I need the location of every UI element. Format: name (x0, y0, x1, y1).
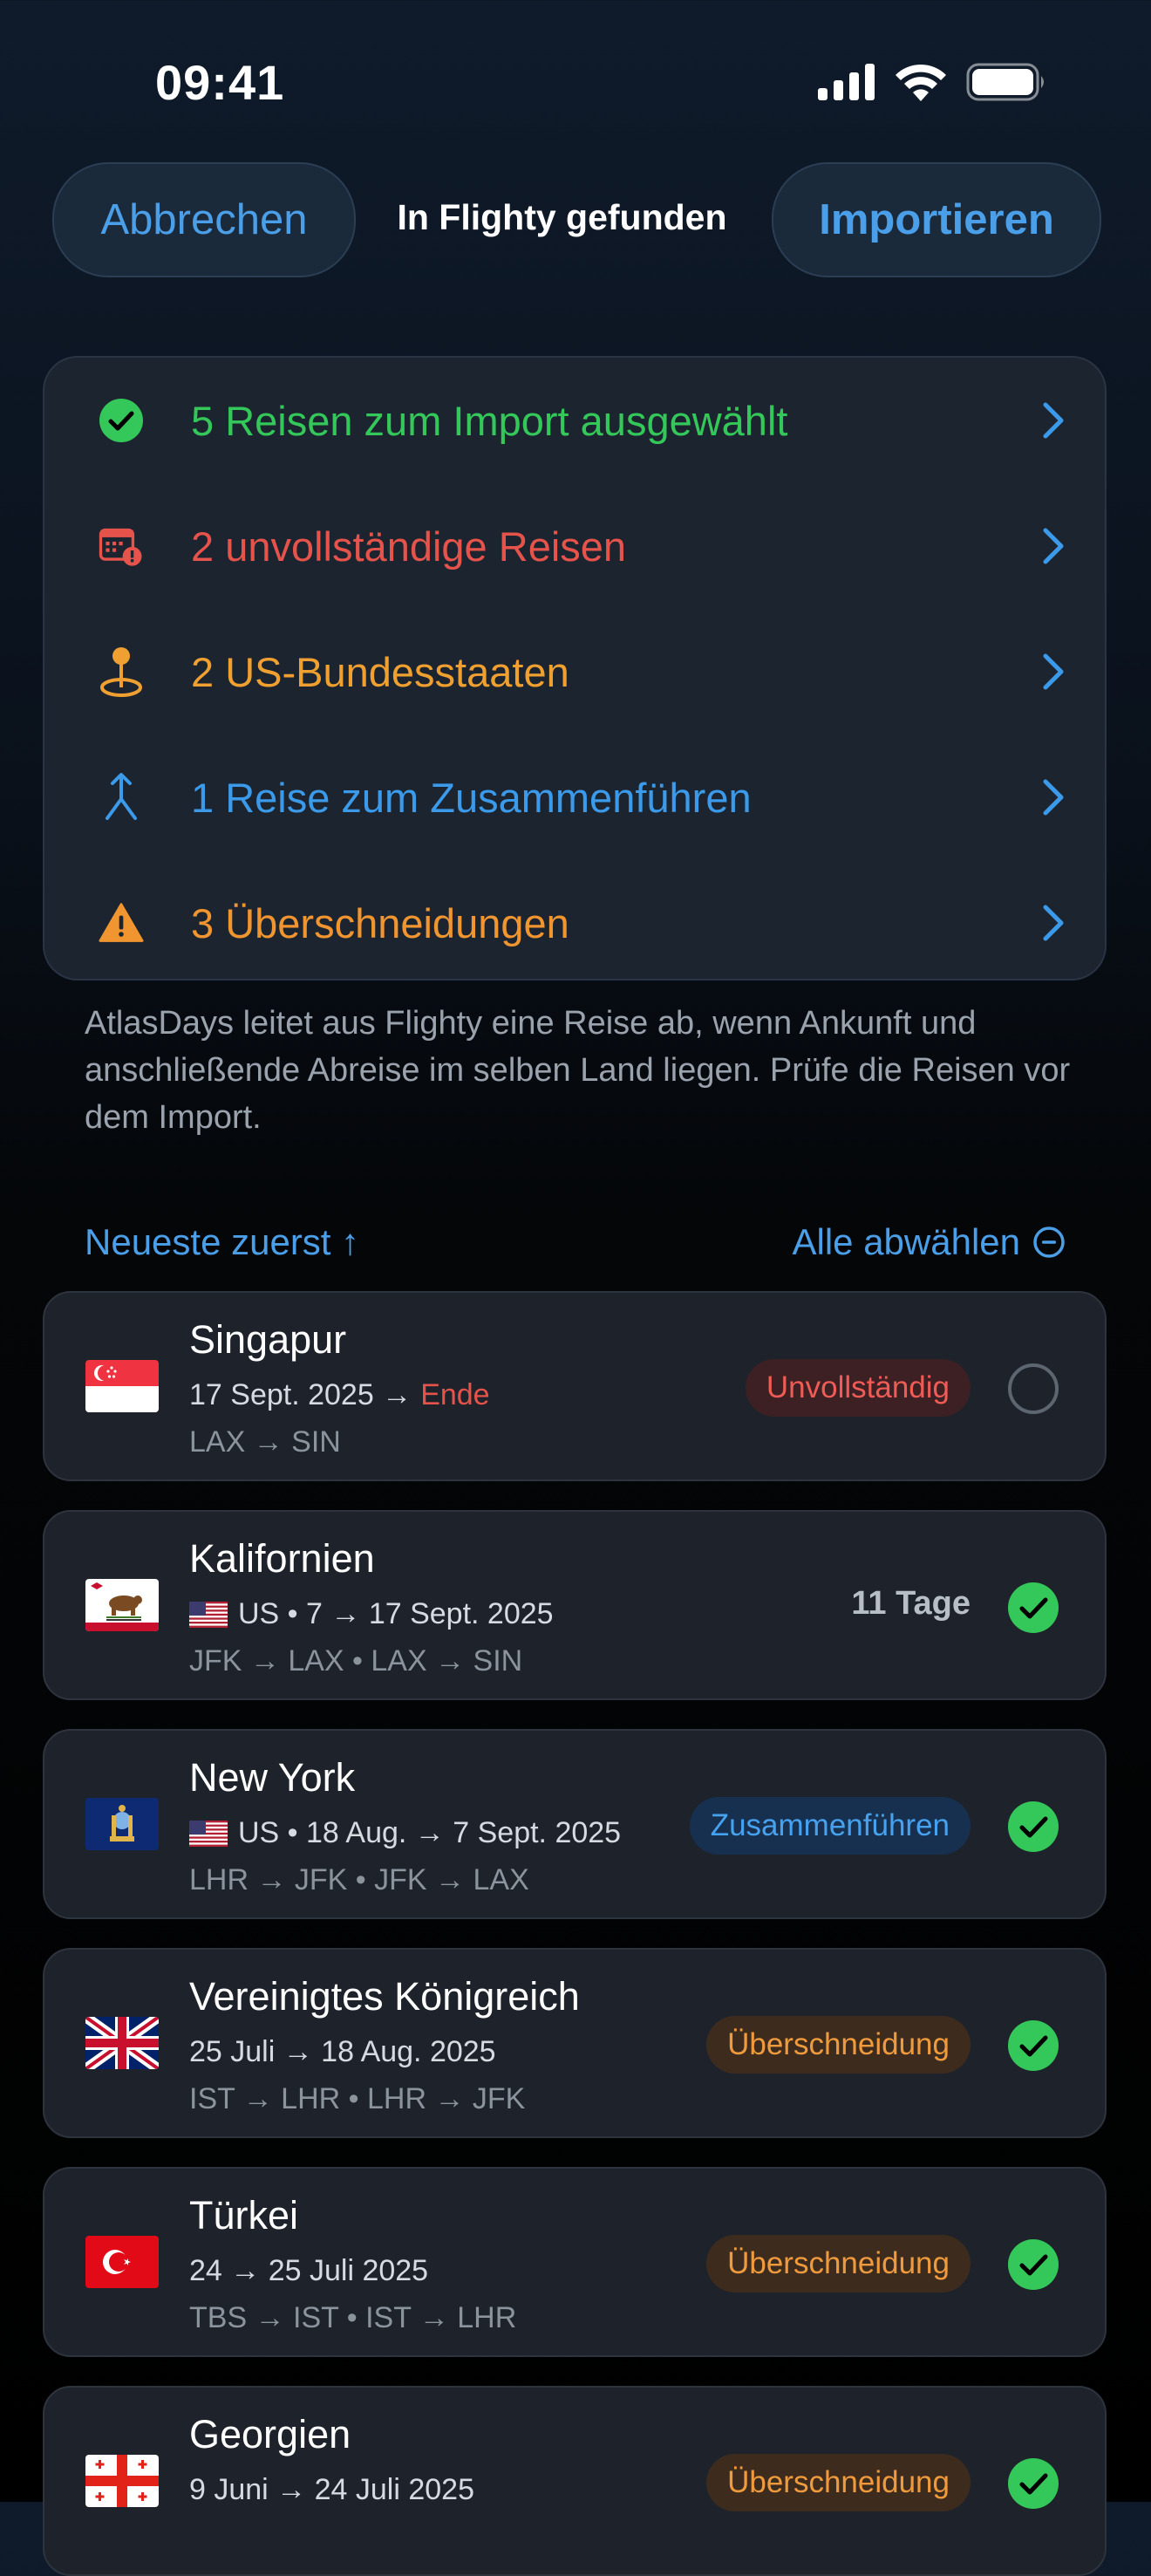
page-title: In Flighty gefunden (397, 197, 727, 237)
deselect-all-button[interactable]: Alle abwählen (792, 1221, 1066, 1263)
checkmark-circle-icon (99, 398, 144, 443)
checkmark-circle-icon[interactable] (1007, 2019, 1059, 2072)
import-button[interactable]: Importieren (772, 162, 1101, 277)
checkmark-circle-icon[interactable] (1007, 2238, 1059, 2291)
trip-duration: 11 Tage (851, 1585, 971, 1622)
trip-name: Türkei (189, 2193, 299, 2238)
warning-triangle-icon (99, 900, 144, 946)
wifi-icon (896, 64, 946, 101)
trip-dates: US • 18 Aug. → 7 Sept. 2025 (238, 1816, 622, 1849)
trip-dates: 17 Sept. 2025 → (189, 1378, 412, 1411)
trip-route: JFK → LAX • LAX → SIN (189, 1644, 523, 1677)
chevron-right-icon (1043, 779, 1064, 816)
cellular-signal-icon (818, 64, 875, 100)
us-flag-icon (189, 1820, 228, 1847)
singapore-flag-icon (85, 1360, 159, 1412)
overlap-badge: Überschneidung (706, 2016, 971, 2074)
trip-name: Georgien (189, 2412, 351, 2456)
trip-route: LHR → JFK • JFK → LAX (189, 1863, 529, 1896)
checkmark-circle-icon[interactable] (1007, 2457, 1059, 2510)
trip-card-new-york[interactable]: New York US • 18 Aug. → 7 Sept. 2025 LHR… (43, 1729, 1107, 1919)
trip-route: TBS → IST • IST → LHR (189, 2301, 517, 2334)
overlap-badge: Überschneidung (706, 2235, 971, 2292)
merge-badge: Zusammenführen (689, 1797, 971, 1855)
unchecked-circle-icon[interactable] (1007, 1363, 1059, 1415)
california-flag-icon (85, 1579, 159, 1631)
summary-row-states[interactable]: 2 US-Bundesstaaten (44, 609, 1105, 735)
trip-end-missing: Ende (420, 1378, 490, 1411)
trip-card-california[interactable]: Kalifornien US • 7 → 17 Sept. 2025 JFK →… (43, 1510, 1107, 1700)
chevron-right-icon (1043, 905, 1064, 941)
status-bar: 09:41 (0, 0, 1151, 166)
checkmark-circle-icon[interactable] (1007, 1800, 1059, 1853)
chevron-right-icon (1043, 528, 1064, 564)
chevron-right-icon (1043, 402, 1064, 439)
incomplete-badge: Unvollständig (745, 1359, 971, 1417)
trip-card-turkey[interactable]: Türkei 24 → 25 Juli 2025 TBS → IST • IST… (43, 2167, 1107, 2357)
merge-icon (99, 773, 144, 820)
turkey-flag-icon (85, 2236, 159, 2288)
summary-label-overlaps: 3 Überschneidungen (191, 899, 569, 946)
summary-row-selected[interactable]: 5 Reisen zum Import ausgewählt (44, 358, 1105, 483)
summary-label-selected: 5 Reisen zum Import ausgewählt (191, 397, 788, 444)
overlap-badge: Überschneidung (706, 2454, 971, 2511)
calendar-alert-icon (99, 523, 144, 569)
cancel-button[interactable]: Abbrechen (52, 162, 356, 277)
summary-label-states: 2 US-Bundesstaaten (191, 648, 569, 695)
trip-route: LAX → SIN (189, 1425, 341, 1459)
trip-name: Kalifornien (189, 1536, 375, 1581)
deselect-all-label: Alle abwählen (792, 1221, 1020, 1262)
sort-newest-first-button[interactable]: Neueste zuerst ↑ (85, 1221, 359, 1263)
summary-label-merge: 1 Reise zum Zusammenführen (191, 774, 752, 821)
trip-card-georgia[interactable]: Georgien 9 Juni → 24 Juli 2025 Überschne… (43, 2386, 1107, 2576)
chevron-right-icon (1043, 653, 1064, 690)
trip-card-singapore[interactable]: Singapur 17 Sept. 2025 → Ende LAX → SIN … (43, 1291, 1107, 1481)
summary-row-incomplete[interactable]: 2 unvollständige Reisen (44, 483, 1105, 609)
trip-card-united-kingdom[interactable]: Vereinigtes Königreich 25 Juli → 18 Aug.… (43, 1948, 1107, 2138)
summary-row-merge[interactable]: 1 Reise zum Zusammenführen (44, 735, 1105, 860)
status-time: 09:41 (155, 55, 285, 110)
new-york-flag-icon (85, 1798, 159, 1850)
checkmark-circle-icon[interactable] (1007, 1582, 1059, 1634)
georgia-flag-icon (85, 2455, 159, 2507)
us-flag-icon (189, 1601, 228, 1628)
summary-label-incomplete: 2 unvollständige Reisen (191, 523, 627, 570)
trip-dates: 24 → 25 Juli 2025 (189, 2254, 429, 2287)
trip-route: IST → LHR • LHR → JFK (189, 2082, 526, 2115)
trip-dates: US • 7 → 17 Sept. 2025 (238, 1597, 554, 1630)
trip-name: Vereinigtes Königreich (189, 1974, 580, 2019)
trip-dates: 9 Juni → 24 Juli 2025 (189, 2473, 474, 2506)
import-summary-card: 5 Reisen zum Import ausgewählt 2 unvolls… (43, 356, 1107, 981)
minus-circle-icon (1033, 1227, 1065, 1258)
map-pin-icon (99, 647, 144, 697)
summary-row-overlaps[interactable]: 3 Überschneidungen (44, 860, 1105, 986)
trip-name: New York (189, 1755, 356, 1800)
trip-dates: 25 Juli → 18 Aug. 2025 (189, 2035, 496, 2068)
battery-icon (966, 63, 1044, 101)
trip-name: Singapur (189, 1317, 347, 1362)
import-info-note: AtlasDays leitet aus Flighty eine Reise … (85, 1005, 1071, 1136)
uk-flag-icon (85, 2017, 159, 2069)
